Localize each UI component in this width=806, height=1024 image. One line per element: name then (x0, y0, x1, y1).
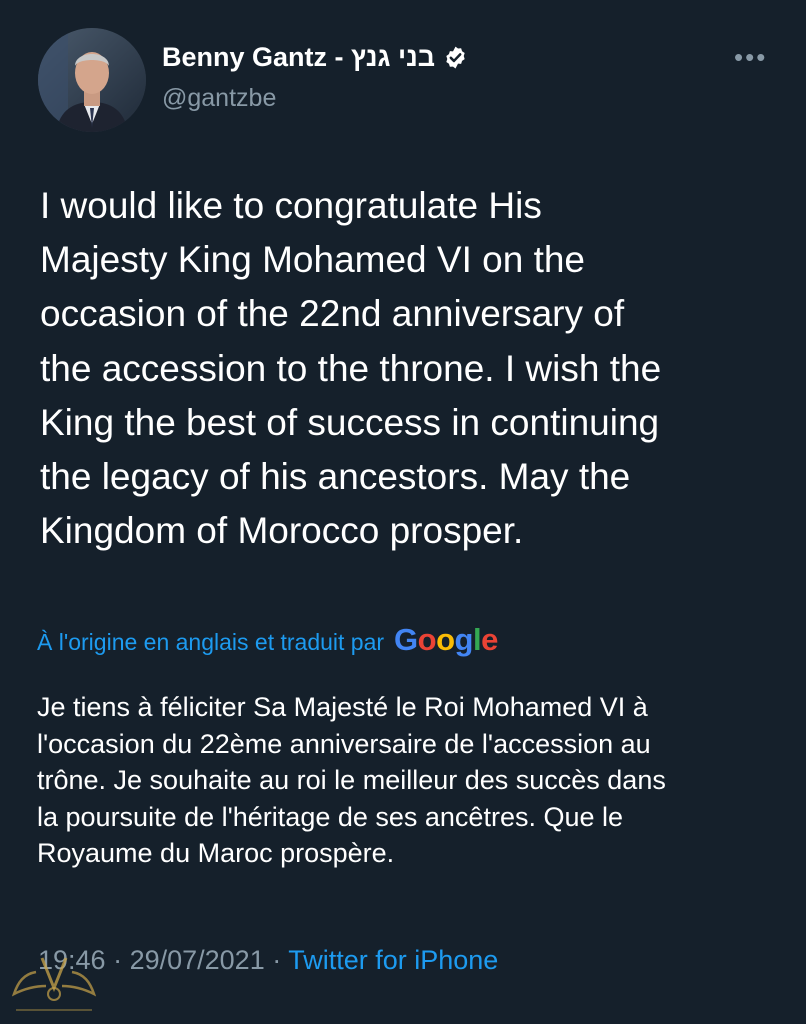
tweet-text-line: Kingdom of Morocco prosper. (40, 510, 524, 552)
more-options-icon[interactable]: ••• (734, 42, 767, 73)
tweet-text-line: occasion of the 22nd anniversary of (40, 293, 625, 335)
google-logo-letter: o (417, 622, 437, 657)
translated-text-line: Je tiens à féliciter Sa Majesté le Roi M… (37, 692, 648, 722)
tweet-text-line: King the best of success in continuing (40, 401, 660, 443)
author-handle[interactable]: @gantzbe (162, 84, 276, 113)
verified-badge-icon (443, 45, 468, 70)
tweet-text-line: Majesty King Mohamed VI on the (40, 239, 586, 281)
google-logo-letter: o (436, 622, 455, 657)
tweet-text-line: I would like to congratulate His (40, 185, 542, 226)
meta-separator: · (105, 945, 130, 975)
author-name-row[interactable]: Benny Gantz - בני גנץ (162, 42, 468, 73)
google-logo-letter: l (472, 622, 482, 657)
google-logo-letter: g (454, 622, 474, 657)
tweet-text-line: the accession to the throne. I wish the (40, 347, 662, 389)
google-logo-letter: G (394, 622, 418, 657)
tweet-source-link[interactable]: Twitter for iPhone (288, 945, 498, 975)
meta-separator: · (264, 945, 289, 975)
author-display-name[interactable]: Benny Gantz - בני גנץ (162, 42, 435, 73)
google-logo: Google (394, 622, 498, 658)
avatar[interactable] (38, 28, 146, 132)
translated-text-line: Royaume du Maroc prospère. (37, 838, 395, 868)
translation-note-link[interactable]: À l'origine en anglais et traduit par Go… (37, 622, 498, 658)
translation-note-text: À l'origine en anglais et traduit par (37, 629, 385, 655)
translated-tweet-text: Je tiens à féliciter Sa Majesté le Roi M… (37, 689, 782, 872)
tweet-time[interactable]: 19:46 (38, 945, 106, 975)
tweet-text-line: the legacy of his ancestors. May the (40, 456, 631, 498)
tweet-text: I would like to congratulate His Majesty… (40, 179, 785, 558)
translated-text-line: trône. Je souhaite au roi le meilleur de… (37, 765, 666, 795)
tweet-date[interactable]: 29/07/2021 (130, 945, 265, 975)
avatar-portrait-image (38, 28, 146, 132)
translated-text-line: l'occasion du 22ème anniversaire de l'ac… (37, 728, 651, 759)
google-logo-letter: e (481, 622, 498, 657)
translated-text-line: la poursuite de l'héritage de ses ancêtr… (37, 801, 624, 832)
tweet-meta: 19:46 · 29/07/2021 · Twitter for iPhone (38, 945, 498, 976)
